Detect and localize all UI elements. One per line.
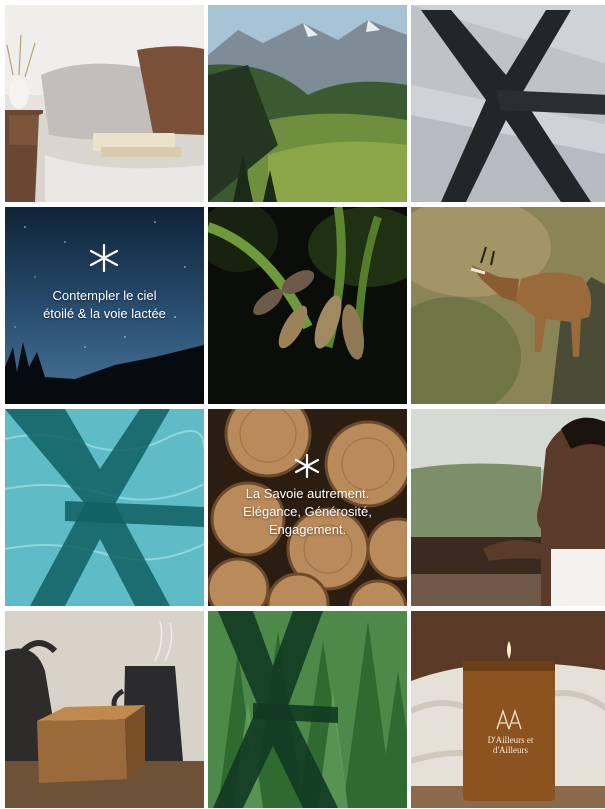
brand-line-1: D'Ailleurs et — [487, 735, 534, 745]
tile-mountains[interactable] — [208, 5, 407, 202]
caption-line-2: étoilé & la voie lactée — [43, 306, 166, 321]
caption-line-2: Elégance, Générosité, — [243, 504, 372, 519]
tile-tea-table[interactable] — [5, 611, 204, 808]
caption-line-3: Engagement. — [268, 522, 347, 537]
candle-brand-label: D'Ailleurs et d'Ailleurs — [411, 735, 605, 755]
tile-asparagus[interactable] — [208, 207, 407, 404]
caption-line-1: La Savoie autrement. — [245, 486, 370, 501]
tile-wood-logs[interactable]: La Savoie autrement. Elégance, Générosit… — [208, 409, 407, 606]
starry-night-caption: Contempler le ciel étoilé & la voie lact… — [5, 287, 204, 323]
tile-chamois[interactable] — [411, 207, 605, 404]
caption-line-1: Contempler le ciel — [52, 288, 157, 303]
brand-line-2: d'Ailleurs — [492, 745, 529, 755]
photo-grid: Contempler le ciel étoilé & la voie lact… — [0, 0, 605, 809]
logs-caption: La Savoie autrement. Elégance, Générosit… — [208, 485, 407, 539]
tile-forest-logo[interactable] — [208, 611, 407, 808]
tile-bedroom[interactable] — [5, 5, 204, 202]
tile-hot-tub[interactable] — [411, 409, 605, 606]
tile-starry-night[interactable]: Contempler le ciel étoilé & la voie lact… — [5, 207, 204, 404]
tile-water-logo[interactable] — [5, 409, 204, 606]
tile-fur-logo[interactable] — [411, 5, 605, 202]
tile-candle[interactable]: D'Ailleurs et d'Ailleurs — [411, 611, 605, 808]
